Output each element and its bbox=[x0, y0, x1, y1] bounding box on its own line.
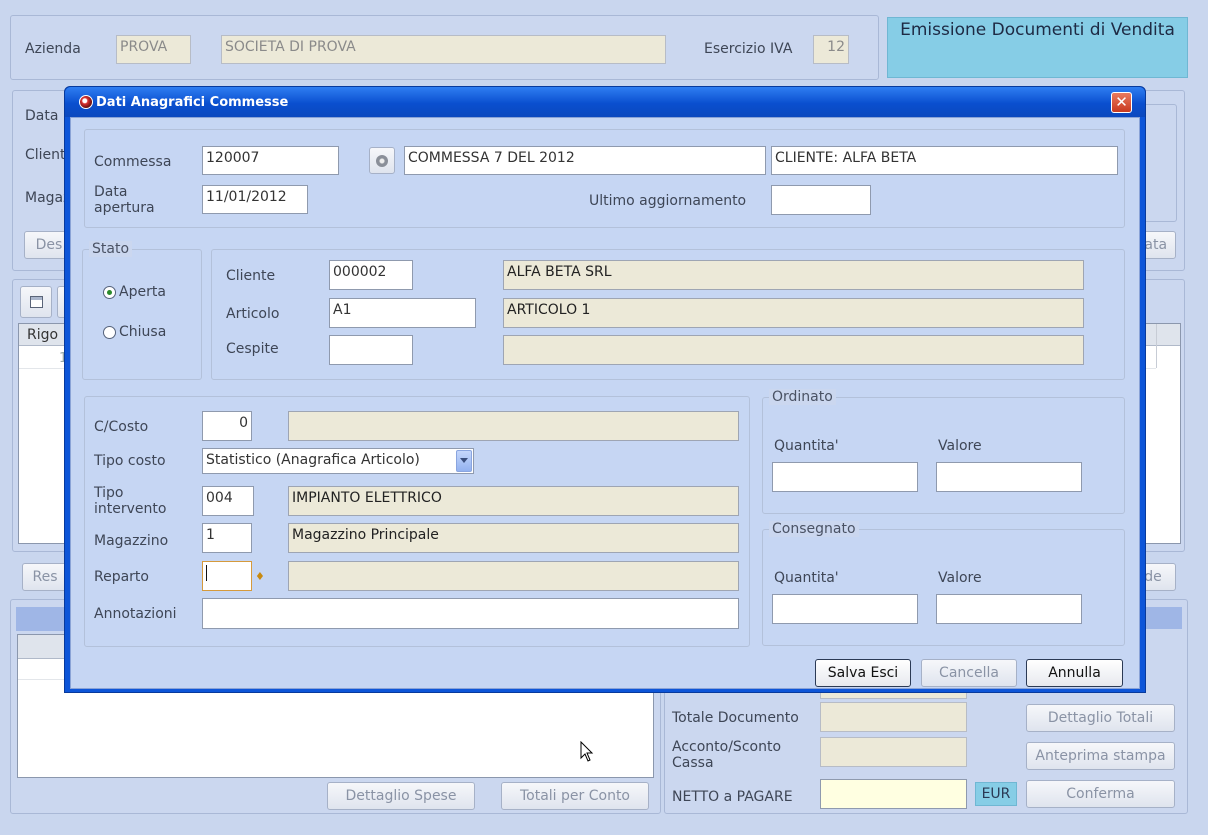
reparto-code-field[interactable] bbox=[202, 561, 252, 591]
acconto-label: Acconto/Sconto Cassa bbox=[672, 739, 782, 771]
data-apertura-field[interactable]: 11/01/2012 bbox=[202, 185, 308, 214]
aperta-label[interactable]: Aperta bbox=[119, 284, 166, 300]
ordinato-group bbox=[762, 397, 1125, 514]
totale-documento-label: Totale Documento bbox=[672, 710, 799, 726]
ccosto-desc-field bbox=[288, 411, 739, 441]
grid-icon bbox=[29, 296, 43, 308]
dettaglio-totali-button[interactable]: Dettaglio Totali bbox=[1026, 704, 1175, 732]
salva-esci-button[interactable]: Salva Esci bbox=[815, 659, 911, 687]
acconto-field bbox=[820, 737, 967, 767]
cliente-code-field[interactable]: 000002 bbox=[329, 260, 413, 290]
netto-label: NETTO a PAGARE bbox=[672, 789, 793, 805]
page-title: Emissione Documenti di Vendita bbox=[900, 20, 1175, 40]
tipo-costo-dropdown-button[interactable] bbox=[456, 450, 472, 472]
ultimo-aggiornamento-label: Ultimo aggiornamento bbox=[589, 193, 747, 209]
annotazioni-field[interactable] bbox=[202, 598, 739, 629]
totali-per-conto-button[interactable]: Totali per Conto bbox=[501, 782, 649, 810]
dialog-title: Dati Anagrafici Commesse bbox=[96, 95, 289, 110]
tipo-intervento-label: Tipo intervento bbox=[94, 485, 167, 517]
page-banner: Emissione Documenti di Vendita bbox=[887, 17, 1188, 78]
conferma-button[interactable]: Conferma bbox=[1026, 780, 1175, 808]
res-button[interactable]: Res bbox=[22, 563, 68, 591]
esercizio-label: Esercizio IVA bbox=[704, 41, 793, 57]
tipo-costo-value: Statistico (Anagrafica Articolo) bbox=[206, 452, 420, 468]
cliente-name-field: ALFA BETA SRL bbox=[503, 260, 1084, 290]
annotazioni-label: Annotazioni bbox=[94, 606, 177, 622]
magazzino-label: Magazzino bbox=[94, 533, 169, 549]
gear-icon bbox=[376, 155, 388, 167]
tipo-intervento-code-field[interactable]: 004 bbox=[202, 486, 254, 516]
anteprima-stampa-button[interactable]: Anteprima stampa bbox=[1026, 742, 1175, 770]
ordinato-valore-field[interactable] bbox=[936, 462, 1082, 492]
ultimo-aggiornamento-field[interactable] bbox=[771, 185, 871, 215]
currency-badge: EUR bbox=[975, 782, 1017, 806]
dialog-title-bar[interactable]: Dati Anagrafici Commesse ✕ bbox=[65, 87, 1145, 117]
mouse-cursor bbox=[580, 741, 594, 762]
annulla-button[interactable]: Annulla bbox=[1026, 659, 1123, 687]
dettaglio-spese-button[interactable]: Dettaglio Spese bbox=[327, 782, 475, 810]
commessa-desc-field[interactable]: COMMESSA 7 DEL 2012 bbox=[404, 146, 766, 175]
consegnato-title: Consegnato bbox=[769, 521, 859, 537]
reparto-desc-field bbox=[288, 561, 739, 591]
stato-title: Stato bbox=[89, 241, 133, 257]
dialog-body: Commessa 120007 COMMESSA 7 DEL 2012 CLIE… bbox=[70, 117, 1140, 689]
text-caret bbox=[206, 565, 207, 581]
cespite-code-field[interactable] bbox=[329, 335, 413, 365]
ordinato-quantita-label: Quantita' bbox=[774, 438, 839, 454]
data-label: Data bbox=[25, 108, 59, 124]
cespite-name-field bbox=[503, 335, 1084, 365]
chiusa-label[interactable]: Chiusa bbox=[119, 324, 166, 340]
data-apertura-label: Data apertura bbox=[94, 184, 155, 216]
cespite-label: Cespite bbox=[226, 341, 279, 357]
commessa-label: Commessa bbox=[94, 154, 172, 170]
tipo-intervento-desc-field: IMPIANTO ELETTRICO bbox=[288, 486, 739, 516]
commesse-dialog: Dati Anagrafici Commesse ✕ Commessa 1200… bbox=[64, 86, 1146, 693]
articolo-name-field: ARTICOLO 1 bbox=[503, 298, 1084, 328]
stato-group bbox=[82, 249, 202, 380]
reparto-label: Reparto bbox=[94, 569, 149, 585]
grid-header-rigo: Rigo bbox=[27, 327, 59, 343]
chevron-down-icon bbox=[460, 458, 468, 463]
cancella-button[interactable]: Cancella bbox=[921, 659, 1017, 687]
consegnato-valore-field[interactable] bbox=[936, 594, 1082, 624]
key-icon[interactable]: ♦ bbox=[255, 570, 265, 583]
azienda-name-field: SOCIETA DI PROVA bbox=[221, 35, 666, 64]
magazzino-code-field[interactable]: 1 bbox=[202, 523, 252, 553]
ordinato-quantita-field[interactable] bbox=[772, 462, 918, 492]
ccosto-label: C/Costo bbox=[94, 419, 149, 435]
commessa-lookup-button[interactable] bbox=[369, 147, 395, 174]
magazzino-desc-field: Magazzino Principale bbox=[288, 523, 739, 553]
chiusa-radio[interactable] bbox=[103, 326, 116, 339]
consegnato-quantita-field[interactable] bbox=[772, 594, 918, 624]
ordinato-valore-label: Valore bbox=[938, 438, 982, 454]
ccosto-field[interactable]: 0 bbox=[202, 411, 252, 441]
consegnato-group bbox=[762, 529, 1125, 646]
grid-tool-button[interactable] bbox=[20, 286, 52, 318]
commessa-cliente-field[interactable]: CLIENTE: ALFA BETA bbox=[771, 146, 1118, 175]
close-button[interactable]: ✕ bbox=[1111, 92, 1132, 113]
commessa-field[interactable]: 120007 bbox=[202, 146, 339, 175]
esercizio-field: 12 bbox=[813, 35, 849, 64]
close-icon: ✕ bbox=[1115, 93, 1128, 111]
netto-field bbox=[820, 779, 967, 809]
totals-bar bbox=[1140, 607, 1182, 629]
azienda-label: Azienda bbox=[25, 41, 81, 57]
aperta-radio[interactable] bbox=[103, 286, 116, 299]
cliente-label: Cliente bbox=[226, 268, 276, 284]
articolo-label: Articolo bbox=[226, 306, 280, 322]
tipo-costo-select[interactable]: Statistico (Anagrafica Articolo) bbox=[202, 448, 474, 474]
tipo-costo-label: Tipo costo bbox=[94, 453, 166, 469]
consegnato-valore-label: Valore bbox=[938, 570, 982, 586]
grid-scroll-col bbox=[1156, 324, 1157, 368]
spese-bar bbox=[16, 607, 66, 631]
app-icon bbox=[79, 95, 93, 109]
totale-documento-field bbox=[820, 702, 967, 732]
azienda-code-field: PROVA bbox=[116, 35, 191, 64]
ordinato-title: Ordinato bbox=[769, 389, 836, 405]
articolo-code-field[interactable]: A1 bbox=[329, 298, 476, 328]
consegnato-quantita-label: Quantita' bbox=[774, 570, 839, 586]
